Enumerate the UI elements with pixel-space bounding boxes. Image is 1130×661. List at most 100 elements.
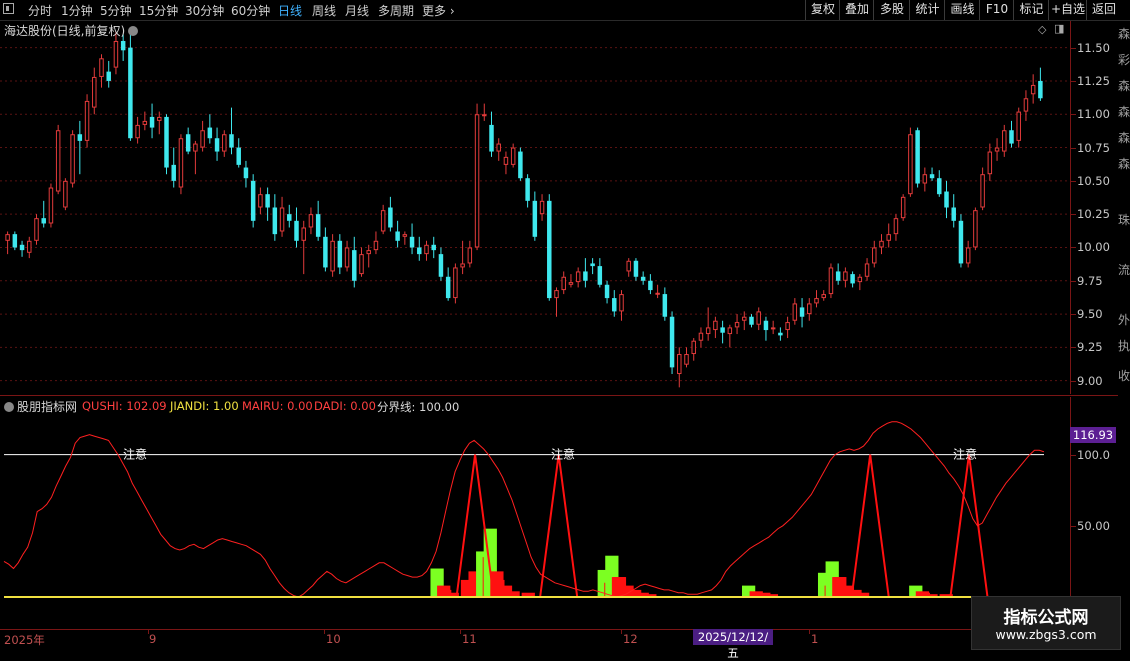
multi-stock-button[interactable]: 多股 [873,0,910,20]
date-tick [324,630,325,634]
attention-label: 注意 [953,447,977,462]
candle-body-up [691,340,696,355]
price-tick [1071,47,1076,49]
candle-body-up [965,247,971,264]
jiandi-value: JIANDI: 1.00 [170,399,239,413]
candle-body-up [713,320,718,331]
candle-body-up [922,174,928,184]
date-label-2025: 2025年 [4,633,45,647]
menu-icon[interactable] [3,3,14,14]
candle-body-up [424,244,429,255]
candle-body-down [489,124,494,152]
candle-body-up [344,247,350,268]
period-tab-minute[interactable]: 分时 [28,2,52,19]
price-tick [1071,180,1076,182]
candle-body-up [568,282,574,285]
candle-body-up [474,114,480,248]
candle-body-down [944,191,949,208]
watermark: 指标公式网 www.zbgs3.com [971,596,1121,650]
price-tick [1071,347,1076,349]
f10-button[interactable]: F10 [979,0,1014,20]
candle-body-down [720,327,725,333]
candle-body-down [128,47,133,139]
period-tab-daily[interactable]: 日线 [278,2,302,19]
candlestick-panel[interactable]: 海达股份(日线,前复权) ◇ ◨ [0,21,1070,394]
candle-body-down [518,151,523,179]
period-tab-monthly[interactable]: 月线 [345,2,369,19]
period-tab-more[interactable]: 更多 › [422,2,455,19]
candle-body-down [547,200,552,299]
title-dropdown-icon[interactable] [128,25,139,36]
back-button[interactable]: 返回 [1086,0,1121,20]
candle-body-up [857,276,863,283]
price-tick-label: 10.50 [1077,173,1110,188]
candle-body-up [900,196,906,219]
period-tab-30min[interactable]: 30分钟 [185,2,224,19]
candlestick-chart[interactable] [0,21,1070,394]
diamond-icon[interactable]: ◇ [1038,23,1046,36]
panel-toggle-icon[interactable]: ◨ [1054,22,1064,35]
candle-body-up [135,124,140,139]
price-tick [1071,114,1076,116]
candle-body-up [785,322,790,331]
side-char: 森 [1118,79,1130,93]
candle-body-up [503,156,509,165]
candle-body-up [677,354,682,375]
side-char: 彩 [1118,53,1130,67]
add-watchlist-button[interactable]: +自选 [1048,0,1087,20]
price-tick [1071,314,1076,316]
indicator-panel[interactable]: 注意 注意 注意 股朋指标网 QUSHI: 102.09 JIANDI: 1.00 … [0,397,1070,627]
candle-body-up [200,130,205,148]
candle-body-up [55,130,61,192]
candle-body-down [120,40,126,51]
candle-body-up [554,290,559,299]
date-label-sep: 9 [149,632,157,646]
candle-body-down [662,294,668,317]
candle-body-down [323,236,328,268]
candle-body-up [821,294,826,299]
indicator-name[interactable]: 股朋指标网 [17,400,77,414]
candle-body-down [445,276,451,299]
stats-button[interactable]: 统计 [909,0,945,20]
candle-body-down [590,263,595,267]
overlay-button[interactable]: 叠加 [839,0,874,20]
candle-body-down [12,234,18,248]
fuquan-button[interactable]: 复权 [805,0,840,20]
threshold-value: 分界线: 100.00 [377,400,460,414]
period-tab-1min[interactable]: 1分钟 [61,2,93,19]
side-panel-edge[interactable]: 森 彩 森 森 森 森 珠 流 外 执 收 [1118,21,1130,631]
candle-body-up [872,247,877,264]
period-tab-15min[interactable]: 15分钟 [139,2,178,19]
candle-body-up [510,147,516,165]
period-tab-5min[interactable]: 5分钟 [100,2,132,19]
candle-body-down [149,116,155,128]
panel-divider[interactable] [0,395,1118,396]
date-tick [809,630,810,634]
dadi-spike [949,454,989,598]
indicator-chart[interactable]: 注意 注意 注意 [0,397,1070,627]
candle-body-up [279,207,285,232]
candle-body-up [1016,111,1021,141]
candle-body-down [532,200,538,237]
candle-body-down [633,260,639,277]
candle-body-down [417,247,422,255]
candle-body-up [864,263,870,277]
period-tab-weekly[interactable]: 周线 [312,2,336,19]
period-tab-multi[interactable]: 多周期 [378,2,414,19]
draw-line-button[interactable]: 画线 [944,0,980,20]
candle-body-down [612,298,617,312]
side-char: 执 [1118,339,1130,353]
price-tick-label: 9.25 [1077,340,1103,355]
price-tick-label: 11.50 [1077,40,1110,55]
candle-body-down [951,207,956,221]
period-tab-60min[interactable]: 60分钟 [231,2,270,19]
candle-body-down [640,276,646,281]
candle-body-up [994,147,1000,152]
candle-body-up [142,120,148,125]
candle-body-up [48,187,54,224]
candle-body-down [604,284,610,299]
candle-body-down [778,332,783,336]
indicator-dropdown-icon[interactable] [4,401,14,412]
candle-body-down [214,138,220,152]
mark-button[interactable]: 标记 [1013,0,1049,20]
